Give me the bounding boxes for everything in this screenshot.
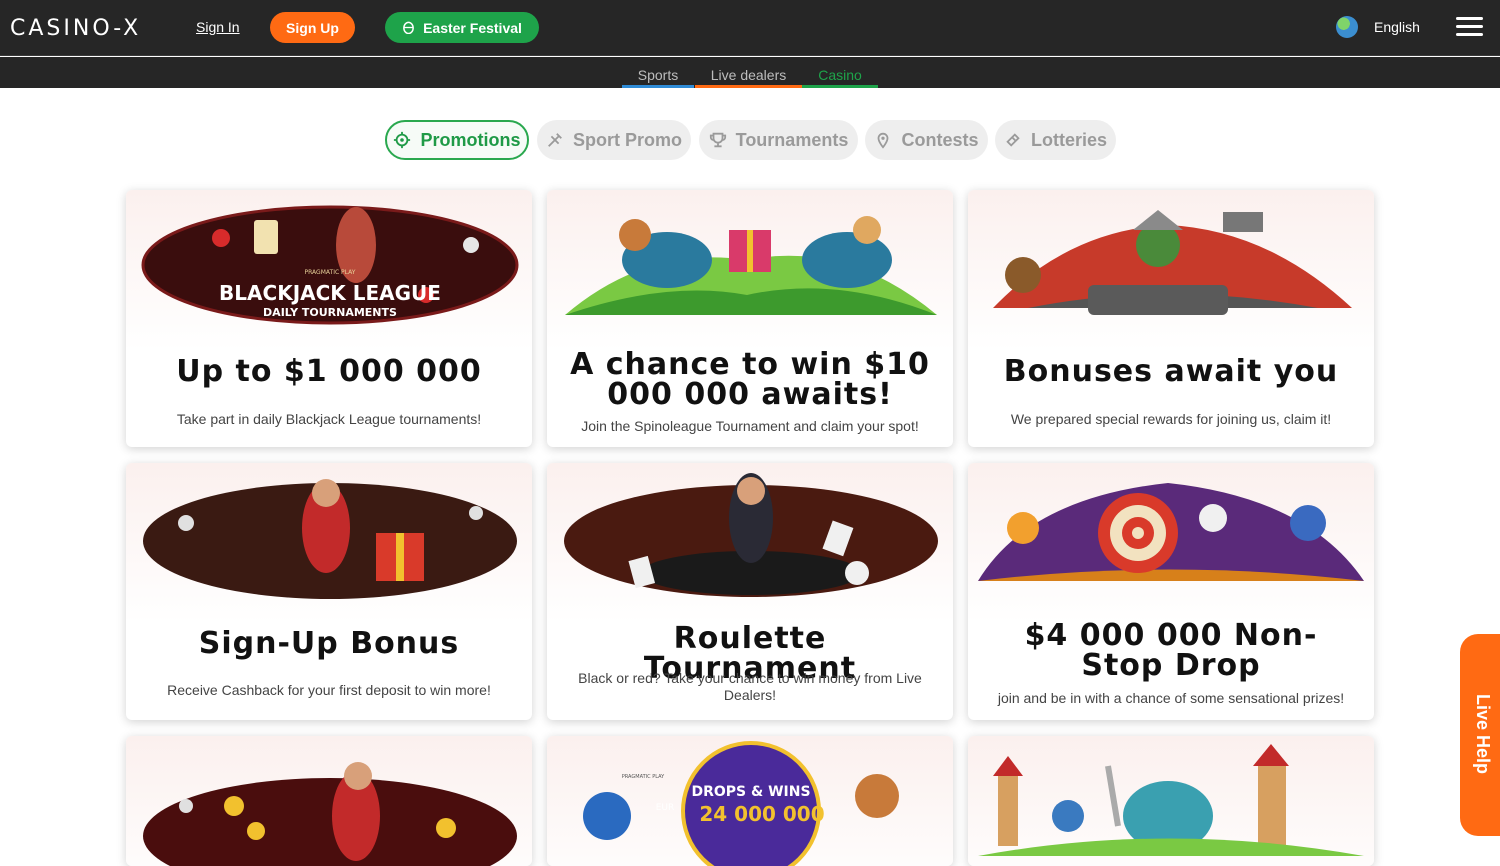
card-title: Sign-Up Bonus <box>198 626 460 661</box>
tab-label: Lotteries <box>1030 129 1108 150</box>
logo[interactable]: CASINO-X <box>10 16 141 41</box>
promo-card-roulette-tournament[interactable]: Roulette Tournament Black or red? Take y… <box>547 463 953 720</box>
promo-card-sign-up-bonus[interactable]: Sign-Up Bonus Receive Cashback for your … <box>126 463 532 720</box>
tab-tournaments[interactable]: Tournaments <box>699 120 858 160</box>
sign-in-link[interactable]: Sign In <box>196 19 240 35</box>
subnav-sports[interactable]: Sports <box>622 67 694 88</box>
card-description: Join the Spinoleague Tournament and clai… <box>581 418 919 434</box>
sport-icon <box>548 133 562 147</box>
promo-card-blackjack-league[interactable]: BLACKJACK LEAGUE DAILY TOURNAMENTS PRAGM… <box>126 190 532 447</box>
subnav-label: Sports <box>637 67 679 83</box>
tab-label: Sport Promo <box>572 129 682 150</box>
banner-brand: PRAGMATIC PLAY <box>622 774 665 780</box>
promo-banner <box>126 463 532 623</box>
tab-label: Tournaments <box>735 129 849 150</box>
banner-title: BLACKJACK LEAGUE <box>219 281 441 305</box>
live-help-button[interactable]: Live Help <box>1460 634 1500 836</box>
menu-icon[interactable] <box>1456 17 1483 37</box>
easter-festival-button[interactable]: Easter Festival <box>385 12 539 43</box>
globe-icon <box>1336 16 1358 38</box>
tab-label: Promotions <box>420 129 521 150</box>
card-title: Up to $1 000 000 <box>176 354 482 389</box>
card-description: join and be in with a chance of some sen… <box>997 690 1345 706</box>
tab-sport-promo[interactable]: Sport Promo <box>537 120 691 160</box>
promo-banner <box>547 463 953 623</box>
card-title: $4 000 000 Non-Stop Drop <box>1024 618 1318 683</box>
language-label: English <box>1374 19 1420 35</box>
card-title: Bonuses await you <box>1003 354 1339 389</box>
card-description: Black or red? Take your chance to win mo… <box>578 670 922 703</box>
promo-card-non-stop-drop[interactable]: $4 000 000 Non-Stop Drop join and be in … <box>968 463 1374 720</box>
sign-up-button[interactable]: Sign Up <box>270 12 355 43</box>
banner-currency: EUR <box>656 803 675 813</box>
live-help-label: Live Help <box>1473 694 1493 775</box>
card-title: A chance to win $10 000 000 awaits! <box>570 347 930 412</box>
tab-promotions[interactable]: Promotions <box>385 120 529 160</box>
tab-contests[interactable]: Contests <box>865 120 988 160</box>
subnav-live-dealers[interactable]: Live dealers <box>695 67 802 88</box>
card-description: Receive Cashback for your first deposit … <box>167 682 491 698</box>
banner-title: DROPS & WINS <box>691 784 810 800</box>
promo-banner <box>968 463 1374 623</box>
banner-amount: 24 000 000 <box>699 802 824 826</box>
subnav-label: Live dealers <box>710 67 787 83</box>
language-selector[interactable]: English <box>1336 16 1420 38</box>
promo-card-spinoleague[interactable]: A chance to win $10 000 000 awaits! Join… <box>547 190 953 447</box>
promo-card-row3-3[interactable] <box>968 736 1374 866</box>
trophy-icon <box>709 132 726 148</box>
egg-icon <box>403 21 414 34</box>
promo-card-drops-and-wins[interactable]: DROPS & WINS 24 000 000 EUR PRAGMATIC PL… <box>547 736 953 866</box>
subnav-label: Casino <box>818 67 862 83</box>
card-description: We prepared special rewards for joining … <box>1010 411 1332 427</box>
promo-banner <box>547 190 953 350</box>
banner-brand: PRAGMATIC PLAY <box>305 269 356 276</box>
map-pin-icon <box>878 132 889 149</box>
top-bar: CASINO-X Sign In Sign Up Easter Festival… <box>0 0 1500 56</box>
promo-banner: BLACKJACK LEAGUE DAILY TOURNAMENTS PRAGM… <box>126 190 532 350</box>
tab-label: Contests <box>901 129 979 150</box>
tab-lotteries[interactable]: Lotteries <box>995 120 1116 160</box>
subnav-casino[interactable]: Casino <box>802 67 878 88</box>
promo-banner <box>126 736 532 866</box>
section-nav: Sports Live dealers Casino <box>0 57 1500 88</box>
promo-banner <box>968 190 1374 350</box>
banner-subtitle: DAILY TOURNAMENTS <box>263 306 397 319</box>
gear-badge-icon <box>394 131 411 149</box>
promo-banner <box>968 736 1374 866</box>
promo-banner: DROPS & WINS 24 000 000 EUR PRAGMATIC PL… <box>547 736 953 866</box>
promo-card-row3-1[interactable] <box>126 736 532 866</box>
card-description: Take part in daily Blackjack League tour… <box>176 411 482 427</box>
promo-card-bonuses[interactable]: Bonuses await you We prepared special re… <box>968 190 1374 447</box>
easter-festival-label: Easter Festival <box>423 19 522 36</box>
ticket-icon <box>1006 133 1020 147</box>
